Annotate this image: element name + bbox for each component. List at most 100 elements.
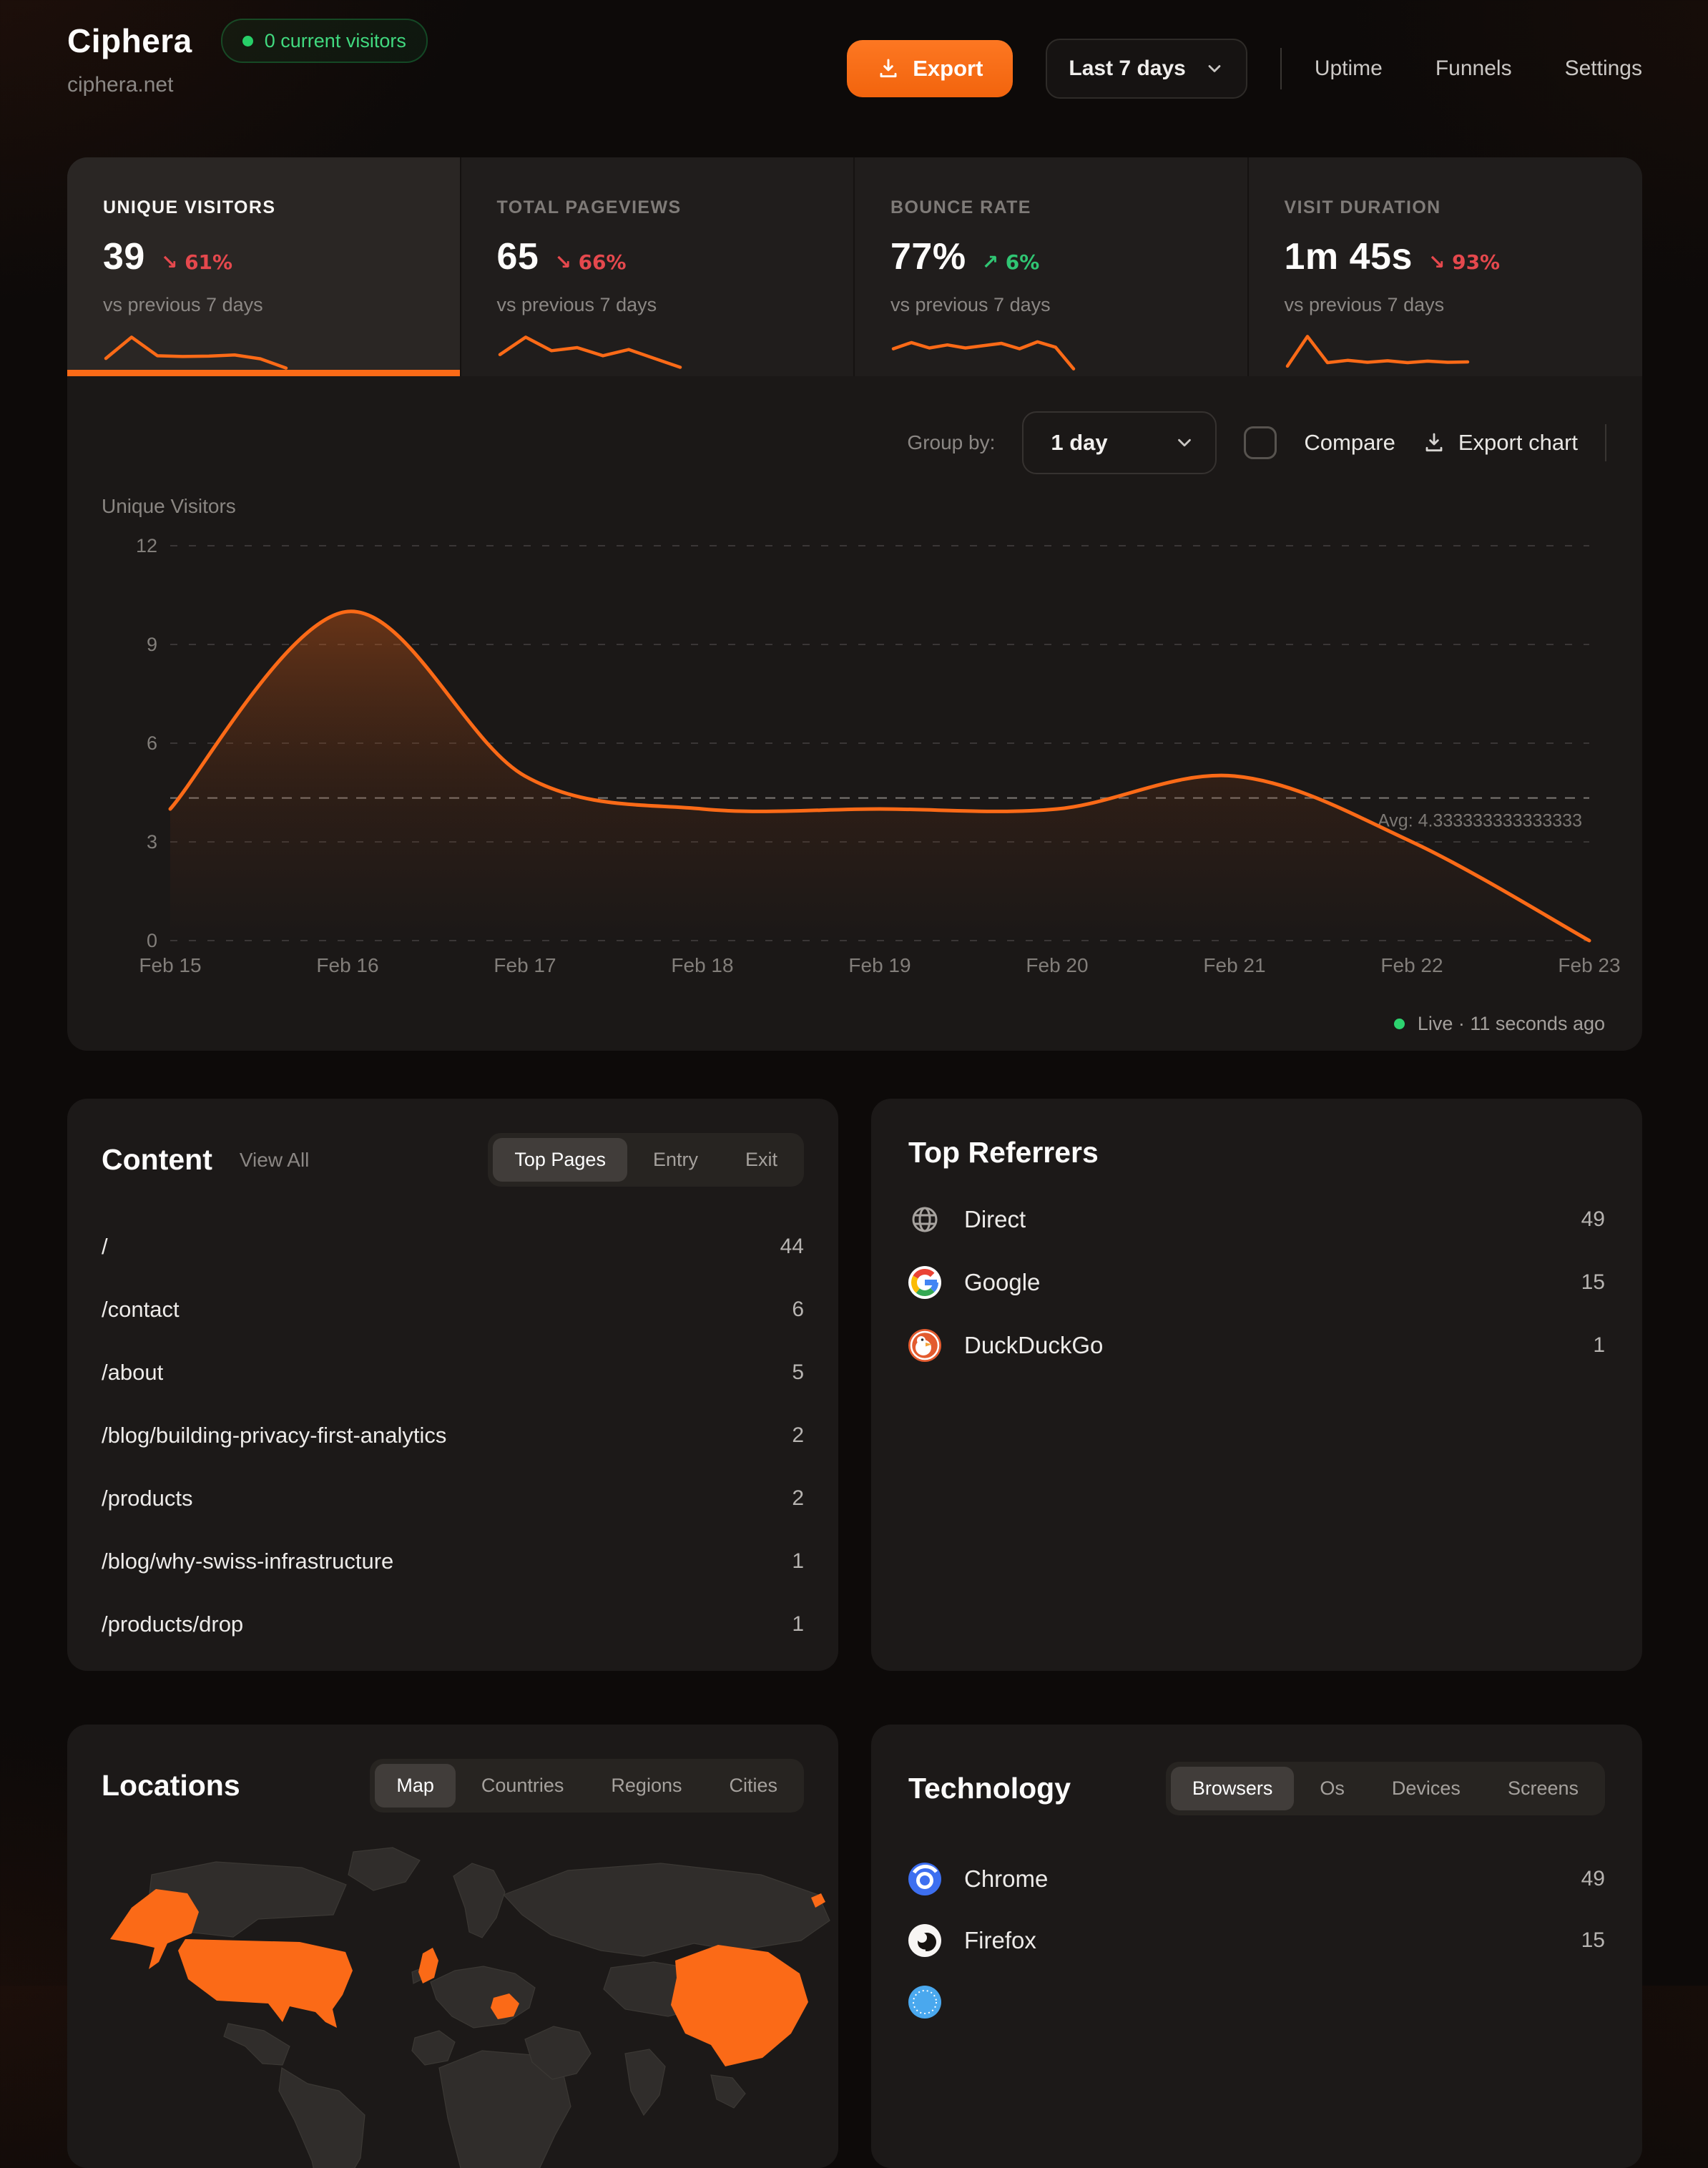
locations-tabs: Map Countries Regions Cities (370, 1759, 804, 1813)
stats-row: UNIQUE VISITORS 39 ↘ 61% vs previous 7 d… (67, 157, 1642, 367)
stat-value: 65 (497, 235, 539, 278)
download-icon (1423, 431, 1446, 454)
technology-row[interactable]: Chrome 49 (908, 1848, 1605, 1910)
svg-text:Feb 19: Feb 19 (848, 954, 911, 976)
export-button[interactable]: Export (847, 40, 1013, 97)
stat-compare-note: vs previous 7 days (1285, 294, 1643, 316)
header-separator (1280, 48, 1282, 89)
live-visitors-dot-icon (242, 36, 253, 46)
referrer-row[interactable]: DuckDuckGo 1 (908, 1314, 1605, 1377)
group-by-dropdown[interactable]: 1 day (1022, 411, 1217, 474)
date-range-value: Last 7 days (1069, 57, 1185, 81)
tab-os[interactable]: Os (1298, 1767, 1366, 1810)
export-label: Export (913, 56, 983, 82)
stat-compare-note: vs previous 7 days (497, 294, 854, 316)
compare-label: Compare (1304, 430, 1395, 456)
content-panel: Content View All Top Pages Entry Exit /4… (67, 1099, 838, 1671)
referrer-row[interactable]: Google 15 (908, 1251, 1605, 1314)
tab-map[interactable]: Map (375, 1764, 456, 1808)
main-nav: Uptime Funnels Settings (1315, 57, 1642, 81)
stat-card-visit-duration[interactable]: VISIT DURATION 1m 45s ↘ 93% vs previous … (1249, 157, 1643, 376)
technology-tabs: Browsers Os Devices Screens (1166, 1762, 1605, 1815)
download-icon (877, 57, 900, 80)
duckduckgo-icon (908, 1329, 941, 1362)
stat-card-bounce-rate[interactable]: BOUNCE RATE 77% ↗ 6% vs previous 7 days (855, 157, 1249, 376)
stat-delta-down: ↘ 66% (554, 250, 626, 274)
stat-value: 77% (890, 235, 966, 278)
globe-icon (908, 1203, 941, 1236)
tab-top-pages[interactable]: Top Pages (493, 1138, 627, 1182)
stat-value: 1m 45s (1285, 235, 1413, 278)
svg-text:Feb 16: Feb 16 (316, 954, 378, 976)
stat-label: TOTAL PAGEVIEWS (497, 197, 854, 218)
stat-compare-note: vs previous 7 days (103, 294, 460, 316)
svg-text:12: 12 (136, 535, 157, 556)
safari-icon (908, 1986, 941, 2019)
svg-text:Feb 18: Feb 18 (671, 954, 733, 976)
svg-text:Feb 15: Feb 15 (139, 954, 201, 976)
chart-section: Group by: 1 day Compare Export chart 036… (67, 367, 1642, 1051)
date-range-dropdown[interactable]: Last 7 days (1046, 39, 1247, 99)
main-chart[interactable]: 036912Avg: 4.333333333333333Unique Visit… (96, 489, 1614, 989)
stat-delta-up: ↗ 6% (982, 250, 1040, 274)
stat-label: VISIT DURATION (1285, 197, 1643, 218)
chevron-down-icon (1204, 59, 1224, 79)
tab-browsers[interactable]: Browsers (1171, 1767, 1295, 1810)
compare-checkbox[interactable] (1244, 426, 1277, 459)
tab-entry[interactable]: Entry (632, 1138, 720, 1182)
content-row[interactable]: /products2 (102, 1467, 804, 1530)
svg-text:Feb 23: Feb 23 (1558, 954, 1620, 976)
content-row[interactable]: /blog/building-privacy-first-analytics2 (102, 1404, 804, 1467)
content-row[interactable]: /44 (102, 1215, 804, 1278)
stat-card-total-pageviews[interactable]: TOTAL PAGEVIEWS 65 ↘ 66% vs previous 7 d… (461, 157, 855, 376)
content-row[interactable]: /products/drop1 (102, 1593, 804, 1656)
tab-devices[interactable]: Devices (1370, 1767, 1482, 1810)
technology-row-partial[interactable] (908, 1971, 1605, 2033)
tab-cities[interactable]: Cities (707, 1764, 799, 1808)
group-by-label: Group by: (907, 431, 995, 454)
stat-label: BOUNCE RATE (890, 197, 1247, 218)
svg-text:6: 6 (147, 732, 157, 754)
stat-card-unique-visitors[interactable]: UNIQUE VISITORS 39 ↘ 61% vs previous 7 d… (67, 157, 461, 376)
live-dot-icon (1394, 1019, 1405, 1029)
svg-text:9: 9 (147, 634, 157, 655)
technology-row[interactable]: Firefox 15 (908, 1910, 1605, 1971)
live-status-text: Live · 11 seconds ago (1418, 1013, 1605, 1035)
content-row[interactable]: /blog/why-swiss-infrastructure1 (102, 1530, 804, 1593)
stat-compare-note: vs previous 7 days (890, 294, 1247, 316)
svg-text:Feb 17: Feb 17 (494, 954, 556, 976)
analytics-panel: UNIQUE VISITORS 39 ↘ 61% vs previous 7 d… (67, 157, 1642, 1051)
tab-countries[interactable]: Countries (460, 1764, 586, 1808)
tab-exit[interactable]: Exit (724, 1138, 799, 1182)
referrer-rows: Direct 49 Google 15 (908, 1188, 1605, 1377)
stat-delta-down: ↘ 93% (1428, 250, 1500, 274)
firefox-icon (908, 1924, 941, 1957)
stat-value: 39 (103, 235, 145, 278)
nav-funnels[interactable]: Funnels (1435, 57, 1512, 81)
svg-text:Feb 22: Feb 22 (1380, 954, 1443, 976)
nav-uptime[interactable]: Uptime (1315, 57, 1383, 81)
nav-settings[interactable]: Settings (1565, 57, 1642, 81)
referrers-title: Top Referrers (908, 1136, 1099, 1169)
svg-text:0: 0 (147, 930, 157, 951)
export-chart-button[interactable]: Export chart (1423, 430, 1578, 456)
technology-title: Technology (908, 1772, 1071, 1805)
content-row[interactable]: /about5 (102, 1341, 804, 1404)
brand-block: Ciphera 0 current visitors ciphera.net (67, 19, 428, 97)
tab-screens[interactable]: Screens (1486, 1767, 1600, 1810)
referrer-row[interactable]: Direct 49 (908, 1188, 1605, 1251)
view-all-link[interactable]: View All (240, 1149, 310, 1172)
app-title: Ciphera (67, 22, 192, 60)
current-visitors-label: 0 current visitors (265, 30, 406, 52)
world-map[interactable] (67, 1832, 838, 2168)
locations-panel: Locations Map Countries Regions Cities (67, 1725, 838, 2168)
top-referrers-panel: Top Referrers Direct 49 Google 15 (871, 1099, 1642, 1671)
content-title: Content (102, 1143, 212, 1177)
content-row[interactable]: /contact6 (102, 1278, 804, 1341)
chevron-down-icon (1174, 432, 1195, 453)
svg-text:Unique Visitors: Unique Visitors (102, 495, 236, 517)
controls-separator (1605, 424, 1606, 461)
svg-text:Feb 21: Feb 21 (1203, 954, 1265, 976)
stat-delta-down: ↘ 61% (161, 250, 232, 274)
tab-regions[interactable]: Regions (589, 1764, 703, 1808)
